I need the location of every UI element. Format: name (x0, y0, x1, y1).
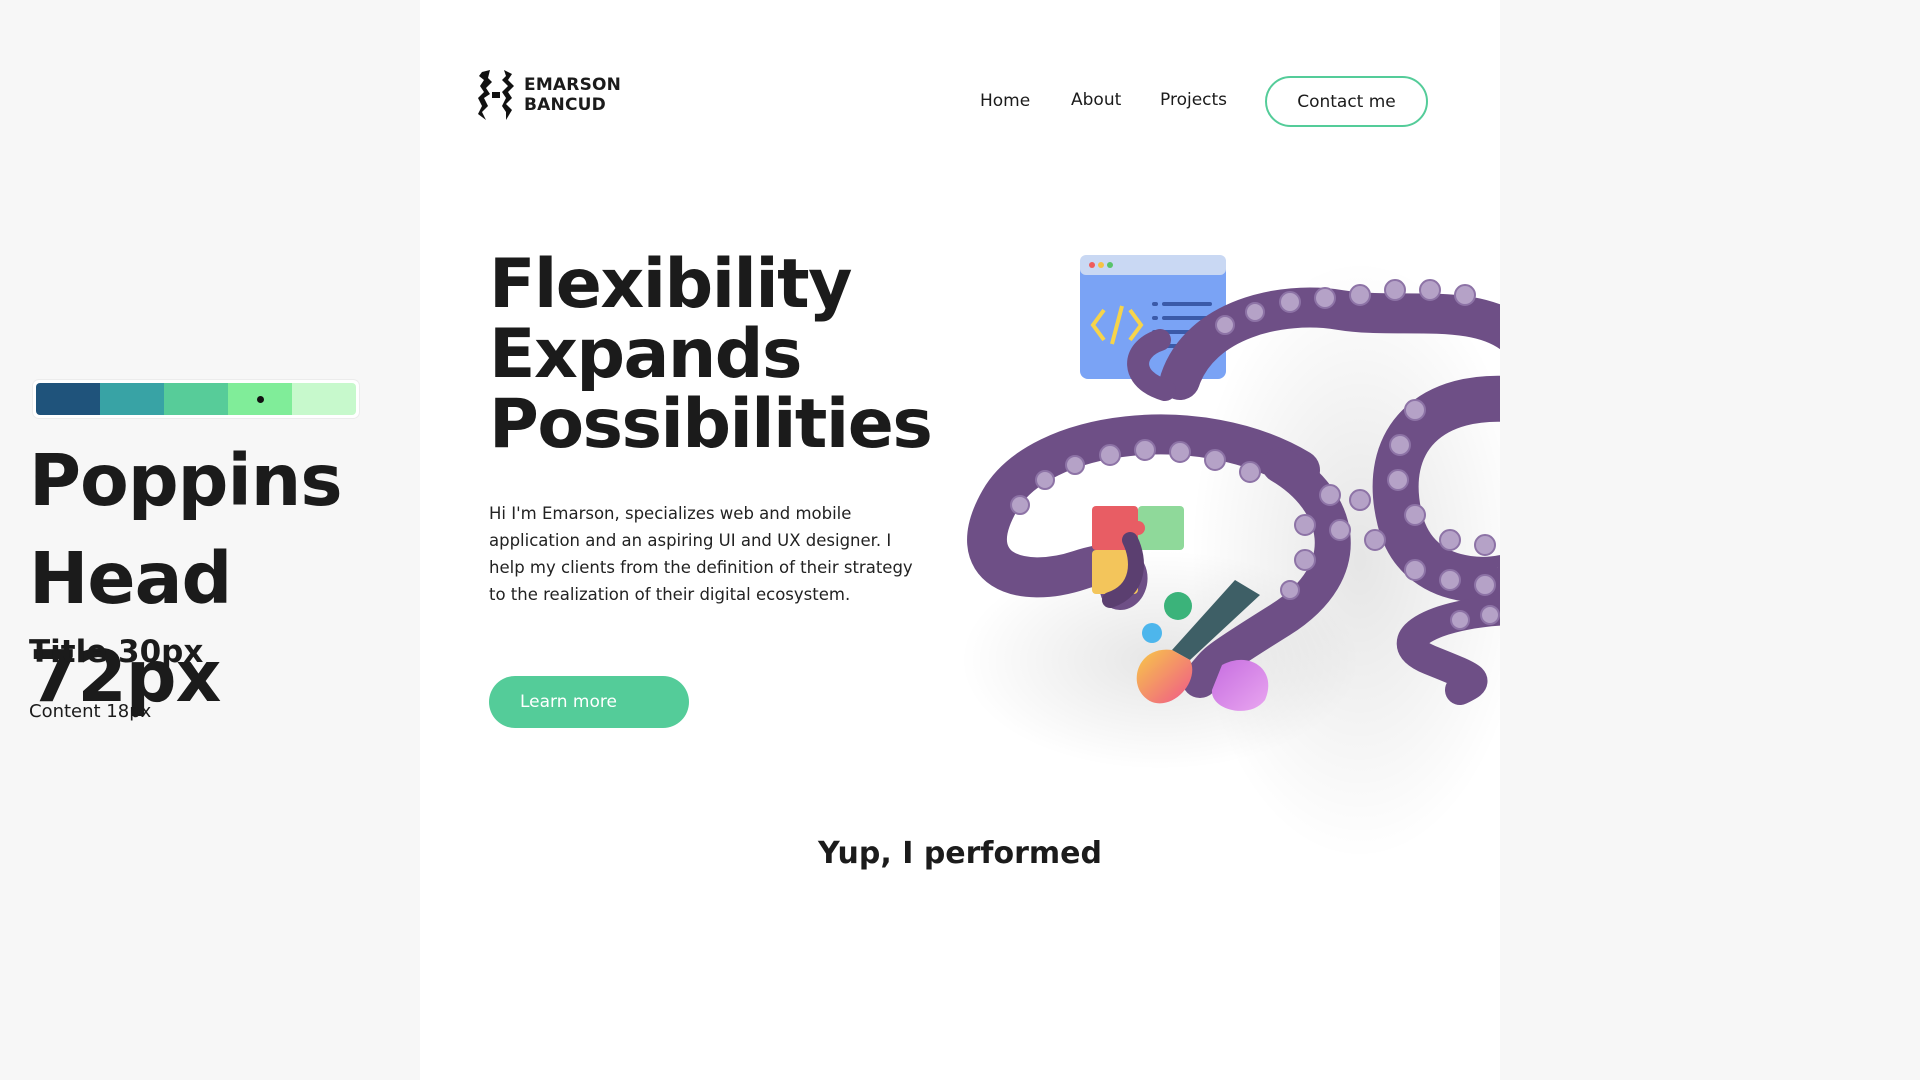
heading-font-sample: Poppins Head 72px (29, 439, 343, 718)
logo-line-2: BANCUD (524, 95, 606, 115)
website-mockup: EMARSON BANCUD Home About Projects Conta… (420, 0, 1500, 1080)
logo-mark-icon (478, 70, 514, 120)
title-font-sample: Title 30px (29, 634, 204, 670)
logo[interactable]: EMARSON BANCUD (476, 68, 621, 122)
nav-about[interactable]: About (1071, 90, 1121, 110)
hero-description: Hi I'm Emarson, specializes web and mobi… (489, 504, 913, 604)
content-font-sample: Content 18px (29, 701, 152, 722)
hero-title: Flexibility Expands Possibilities (489, 245, 933, 464)
octopus-illustration (960, 255, 1500, 860)
style-guide-panel: Poppins Head 72px Title 30px Content 18p… (0, 0, 420, 1080)
color-swatch[interactable] (36, 383, 100, 415)
color-swatch[interactable] (100, 383, 164, 415)
logo-line-1: EMARSON (524, 75, 622, 95)
contact-me-button[interactable]: Contact me (1265, 76, 1428, 127)
section-title: Yup, I performed (818, 836, 1102, 871)
nav-projects[interactable]: Projects (1160, 90, 1227, 110)
color-swatch[interactable] (228, 383, 292, 415)
selected-swatch-indicator (256, 395, 264, 403)
color-palette (33, 380, 359, 418)
color-swatch[interactable] (164, 383, 228, 415)
color-swatch[interactable] (292, 383, 356, 415)
nav-home[interactable]: Home (980, 91, 1030, 111)
learn-more-button[interactable]: Learn more (489, 676, 689, 728)
logo-text: EMARSON BANCUD (524, 75, 621, 115)
